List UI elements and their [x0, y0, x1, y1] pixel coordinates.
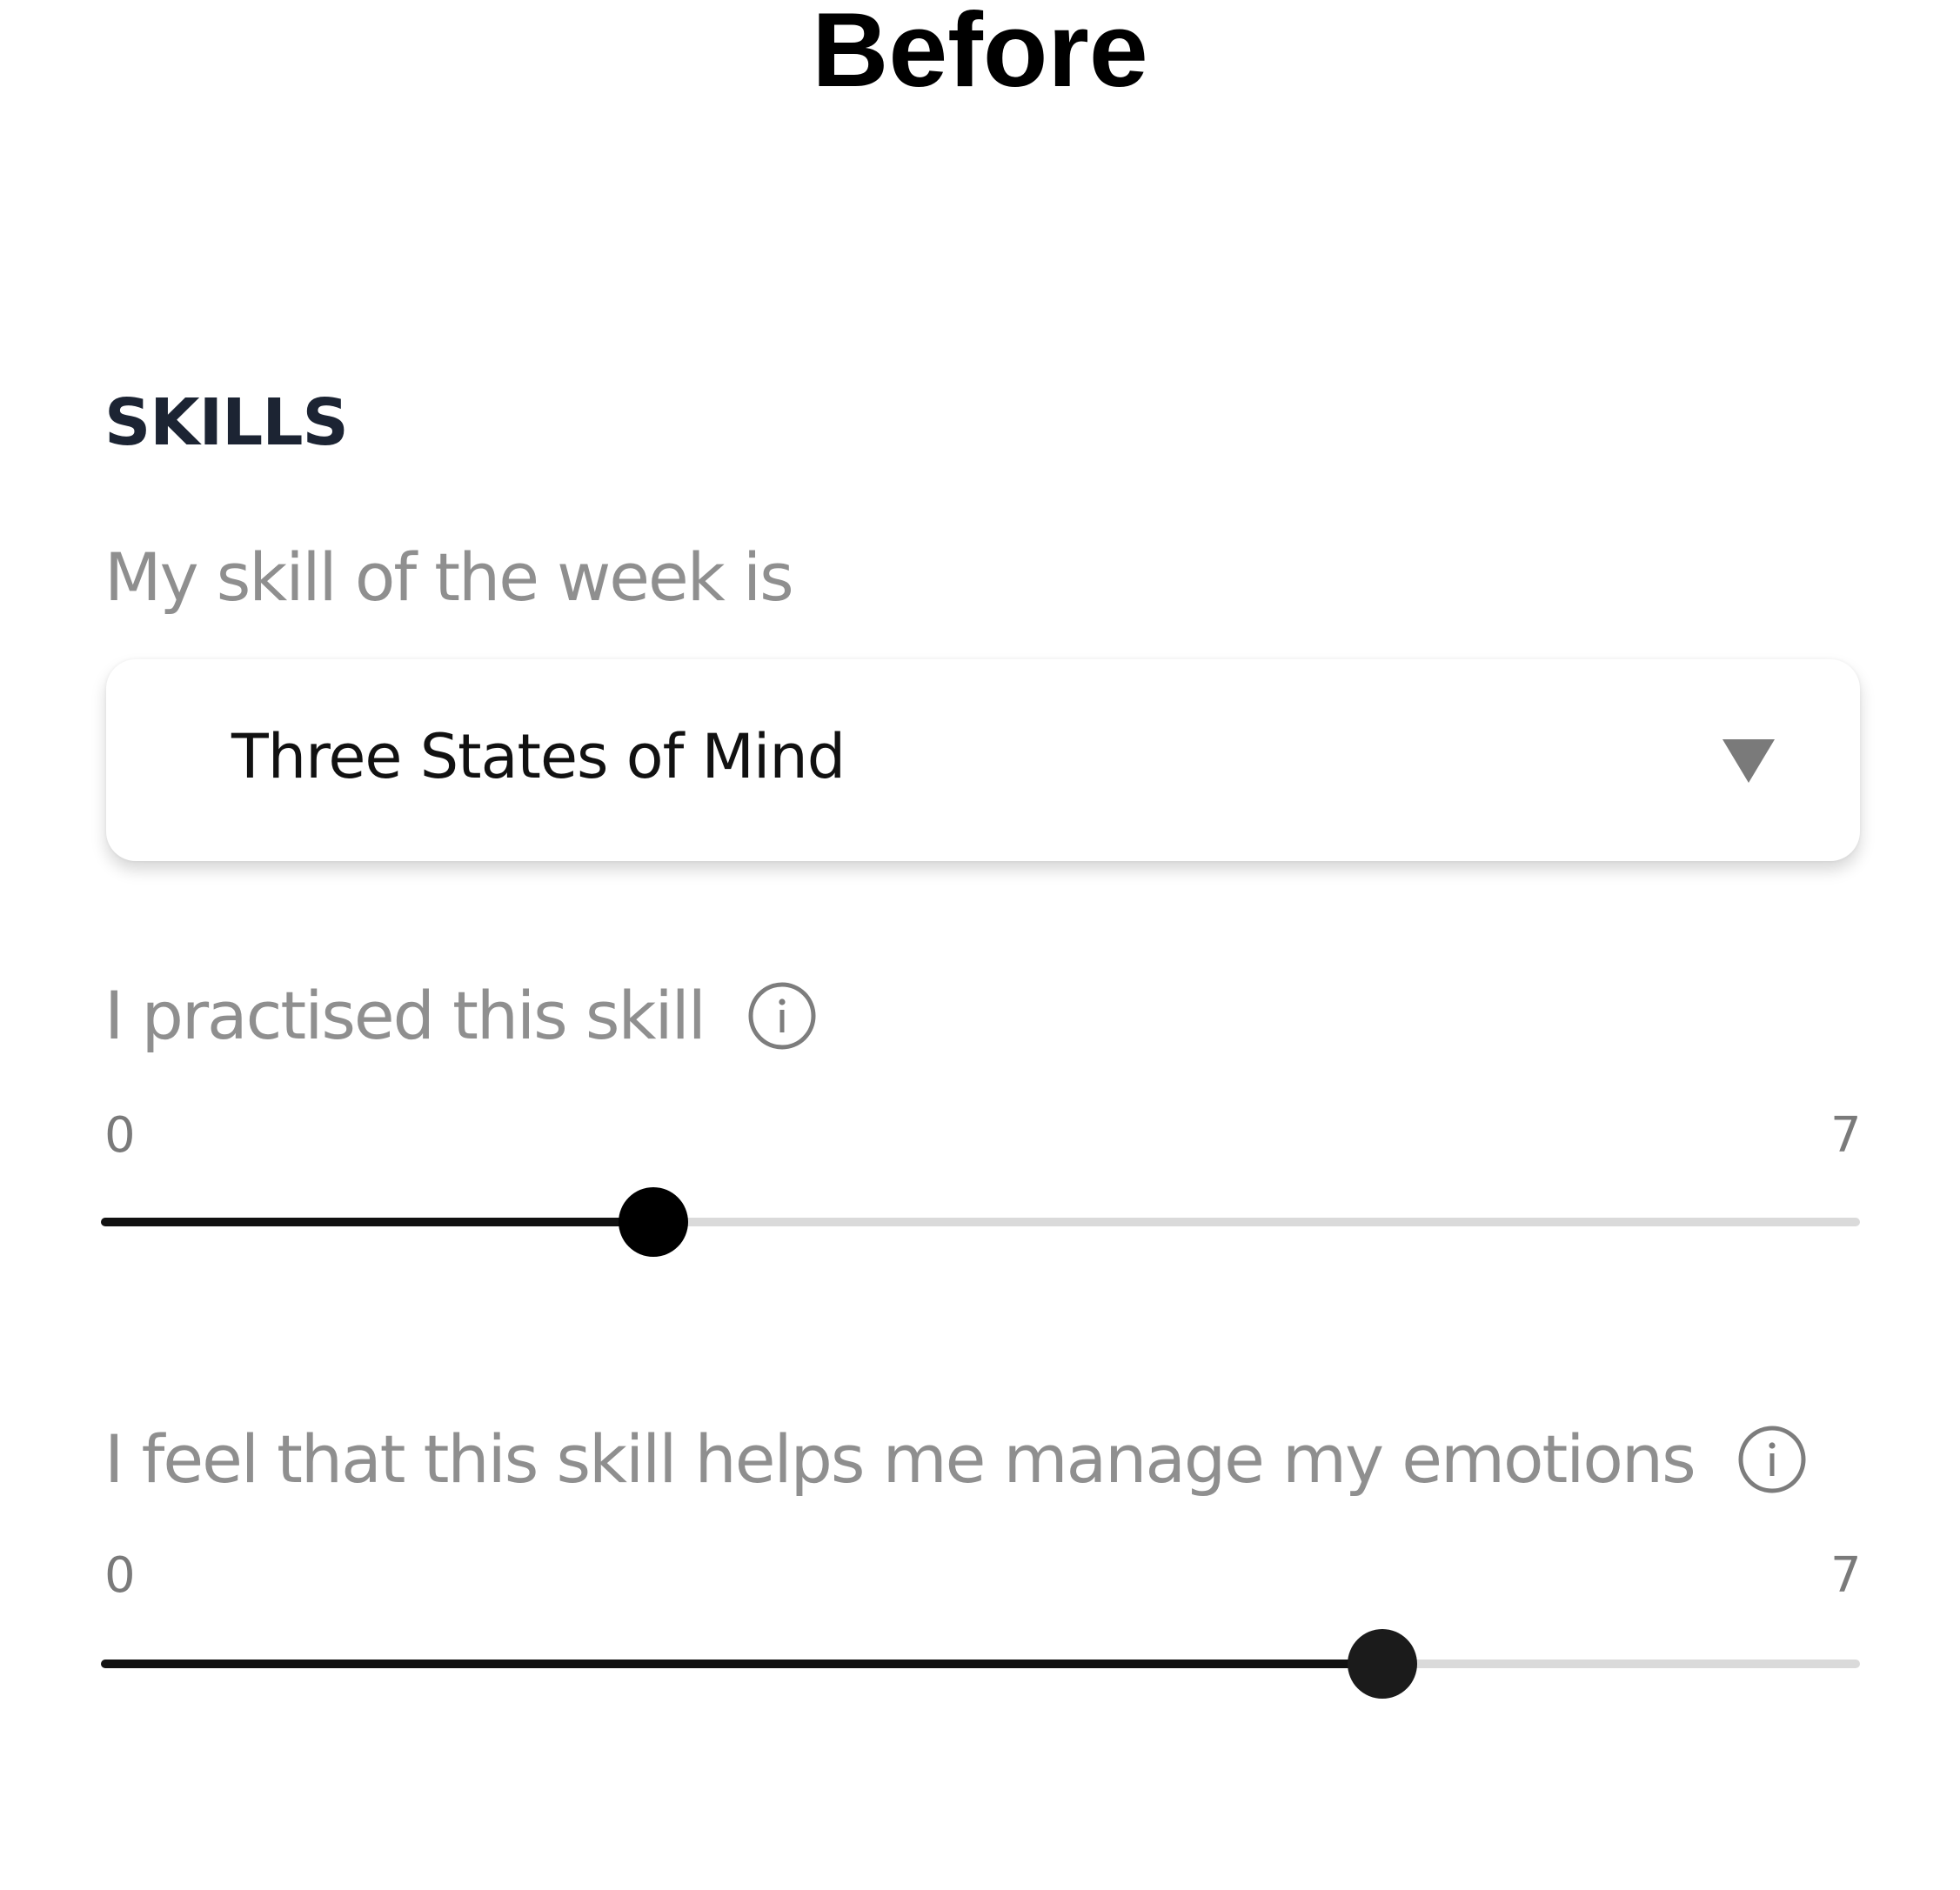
info-icon[interactable] [1738, 1426, 1806, 1493]
practised-slider[interactable] [101, 1187, 1860, 1257]
practised-max-label: 7 [1830, 1107, 1862, 1164]
skill-of-week-label-text: My skill of the week is [104, 538, 794, 616]
dropdown-selected-value: Three States of Mind [231, 721, 846, 792]
practised-label: I practised this skill [104, 979, 816, 1052]
skill-of-week-label: My skill of the week is [104, 538, 794, 616]
triangle-down-icon [1723, 739, 1775, 783]
slider-thumb[interactable] [619, 1187, 689, 1257]
helps-emotions-slider[interactable] [101, 1629, 1860, 1699]
skill-of-week-dropdown[interactable]: Three States of Mind [106, 659, 1860, 861]
section-title-skills: SKILLS [104, 385, 349, 460]
helps-emotions-label-text: I feel that this skill helps me manage m… [104, 1420, 1696, 1498]
info-icon[interactable] [748, 982, 816, 1050]
helps-min-label: 0 [104, 1547, 136, 1604]
slider-fill [101, 1660, 1383, 1668]
helps-max-label: 7 [1830, 1547, 1862, 1604]
practised-min-label: 0 [104, 1107, 136, 1164]
slider-fill [101, 1218, 654, 1226]
page-heading: Before [812, 0, 1148, 109]
helps-emotions-label: I feel that this skill helps me manage m… [104, 1423, 1806, 1496]
slider-thumb[interactable] [1348, 1629, 1418, 1699]
practised-label-text: I practised this skill [104, 977, 706, 1054]
